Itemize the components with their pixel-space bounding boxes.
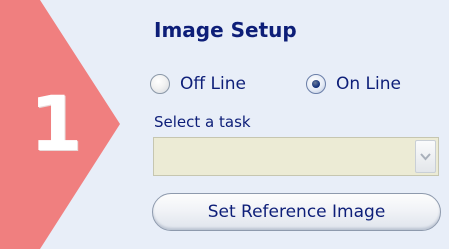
dropdown-button[interactable] [415, 140, 436, 173]
image-setup-panel: 1 Image Setup Off Line On Line Select a … [0, 0, 449, 249]
chevron-down-icon [420, 153, 431, 161]
task-select[interactable] [153, 137, 439, 176]
step-number: 1 [29, 79, 83, 168]
section-title: Image Setup [154, 18, 297, 42]
online-radio[interactable]: On Line [306, 71, 401, 97]
radio-checked-icon [306, 74, 326, 94]
task-select-label: Select a task [154, 113, 251, 131]
step-badge: 1 [0, 0, 130, 249]
set-reference-image-button[interactable]: Set Reference Image [152, 193, 441, 231]
radio-unchecked-icon [150, 74, 170, 94]
offline-radio[interactable]: Off Line [150, 71, 246, 97]
online-radio-label: On Line [336, 74, 401, 94]
offline-radio-label: Off Line [180, 74, 246, 94]
